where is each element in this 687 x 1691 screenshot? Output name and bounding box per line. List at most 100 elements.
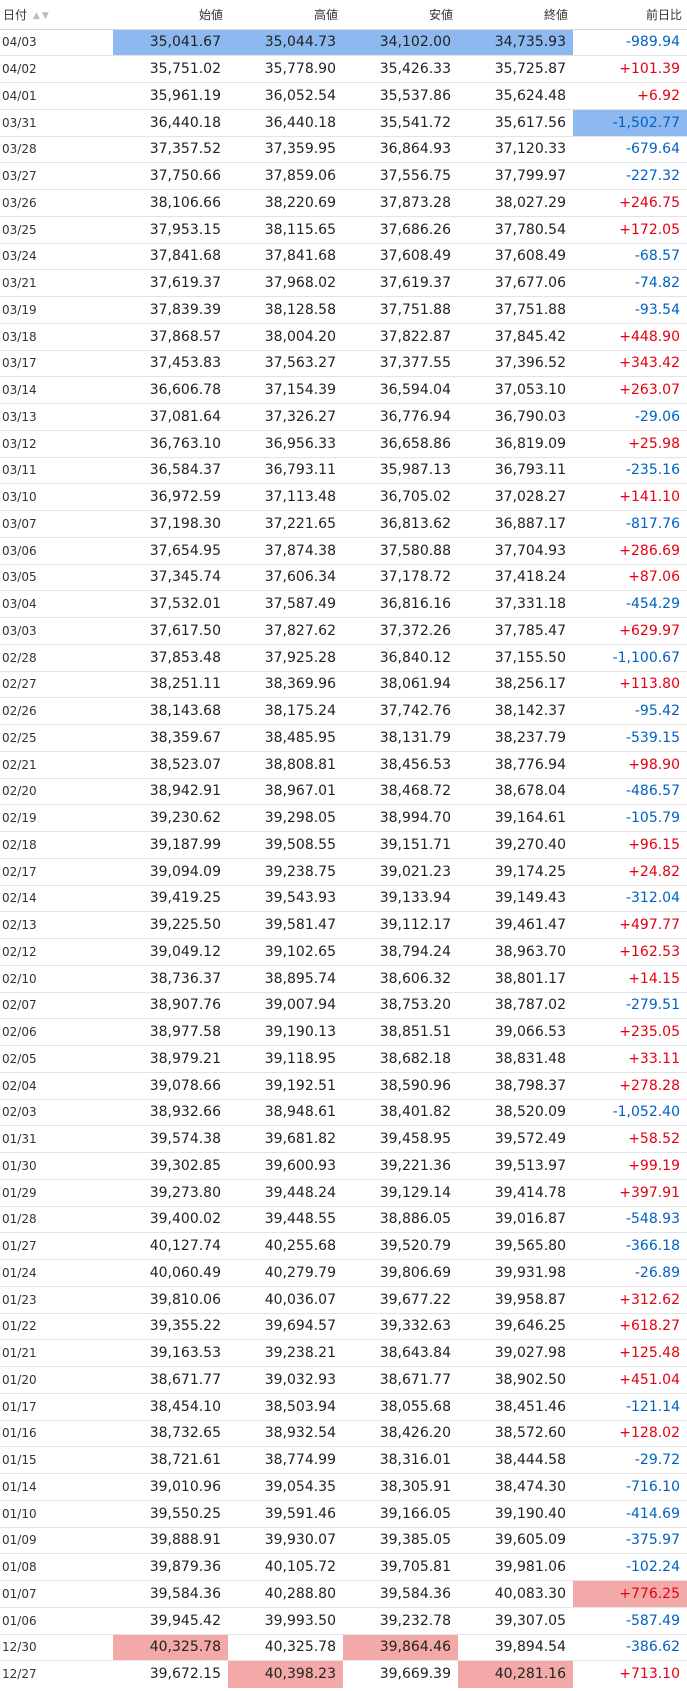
open-cell: 39,049.12	[113, 938, 228, 966]
close-cell: 38,963.70	[458, 938, 573, 966]
open-cell: 38,106.66	[113, 189, 228, 217]
low-cell: 39,166.05	[343, 1499, 458, 1527]
close-cell: 37,780.54	[458, 215, 573, 243]
date-cell: 01/17	[0, 1392, 113, 1420]
high-cell: 38,128.58	[228, 296, 343, 324]
date-cell: 12/30	[0, 1633, 113, 1661]
date-column-header[interactable]: 日付 ▲▼	[0, 0, 113, 30]
change-cell: +312.62	[573, 1285, 687, 1313]
table-row: 03/21 37,619.37 37,968.02 37,619.37 37,677.0…	[0, 269, 687, 297]
close-cell: 39,605.09	[458, 1526, 573, 1554]
low-cell: 38,794.24	[343, 938, 458, 966]
low-cell: 37,556.75	[343, 162, 458, 190]
open-cell: 37,750.66	[113, 162, 228, 190]
date-cell: 01/27	[0, 1232, 113, 1260]
table-row: 02/05 38,979.21 39,118.95 38,682.18 38,831.4…	[0, 1045, 687, 1073]
date-cell: 03/21	[0, 269, 113, 297]
high-cell: 38,932.54	[228, 1419, 343, 1447]
low-cell: 39,232.78	[343, 1606, 458, 1634]
open-cell: 38,736.37	[113, 964, 228, 992]
date-cell: 03/18	[0, 322, 113, 350]
table-row: 01/20 38,671.77 39,032.93 38,671.77 38,902.5…	[0, 1366, 687, 1394]
low-cell: 37,742.76	[343, 697, 458, 725]
close-cell: 38,027.29	[458, 189, 573, 217]
low-cell: 37,686.26	[343, 215, 458, 243]
close-cell: 39,414.78	[458, 1178, 573, 1206]
date-cell: 02/14	[0, 884, 113, 912]
date-cell: 03/12	[0, 429, 113, 457]
date-cell: 01/16	[0, 1419, 113, 1447]
table-row: 01/31 39,574.38 39,681.82 39,458.95 39,572.4…	[0, 1125, 687, 1153]
open-cell: 37,841.68	[113, 242, 228, 270]
change-cell: +125.48	[573, 1339, 687, 1367]
open-cell: 39,163.53	[113, 1339, 228, 1367]
open-cell: 37,198.30	[113, 510, 228, 538]
change-cell: -1,100.67	[573, 643, 687, 671]
high-column-header[interactable]: 高値	[228, 0, 343, 30]
change-cell: -587.49	[573, 1606, 687, 1634]
close-cell: 38,798.37	[458, 1071, 573, 1099]
open-cell: 39,888.91	[113, 1526, 228, 1554]
table-row: 03/26 38,106.66 38,220.69 37,873.28 38,027.2…	[0, 189, 687, 217]
date-cell: 01/31	[0, 1125, 113, 1153]
change-cell: -29.72	[573, 1446, 687, 1474]
open-cell: 39,810.06	[113, 1285, 228, 1313]
table-row: 01/17 38,454.10 38,503.94 38,055.68 38,451.4…	[0, 1392, 687, 1420]
date-cell: 02/05	[0, 1045, 113, 1073]
date-cell: 01/10	[0, 1499, 113, 1527]
table-row: 01/29 39,273.80 39,448.24 39,129.14 39,414.7…	[0, 1178, 687, 1206]
date-cell: 03/24	[0, 242, 113, 270]
low-cell: 39,221.36	[343, 1152, 458, 1180]
close-cell: 39,270.40	[458, 831, 573, 859]
low-column-header[interactable]: 安値	[343, 0, 458, 30]
low-cell: 37,873.28	[343, 189, 458, 217]
close-cell: 38,237.79	[458, 724, 573, 752]
date-cell: 02/17	[0, 857, 113, 885]
low-cell: 36,840.12	[343, 643, 458, 671]
high-cell: 39,448.24	[228, 1178, 343, 1206]
close-column-header[interactable]: 終値	[458, 0, 573, 30]
open-cell: 38,454.10	[113, 1392, 228, 1420]
table-row: 01/07 39,584.36 40,288.80 39,584.36 40,083.3…	[0, 1580, 687, 1608]
change-column-header[interactable]: 前日比	[573, 0, 687, 30]
open-column-header[interactable]: 始値	[113, 0, 228, 30]
date-cell: 01/22	[0, 1312, 113, 1340]
change-cell: +58.52	[573, 1125, 687, 1153]
low-cell: 39,584.36	[343, 1580, 458, 1608]
low-cell: 38,643.84	[343, 1339, 458, 1367]
date-cell: 02/12	[0, 938, 113, 966]
high-cell: 39,448.55	[228, 1205, 343, 1233]
change-cell: +25.98	[573, 429, 687, 457]
low-cell: 34,102.00	[343, 28, 458, 56]
date-cell: 02/18	[0, 831, 113, 859]
low-cell: 37,608.49	[343, 242, 458, 270]
low-cell: 38,606.32	[343, 964, 458, 992]
close-cell: 39,894.54	[458, 1633, 573, 1661]
change-cell: +128.02	[573, 1419, 687, 1447]
date-cell: 01/21	[0, 1339, 113, 1367]
close-cell: 37,751.88	[458, 296, 573, 324]
low-cell: 37,619.37	[343, 269, 458, 297]
table-row: 01/09 39,888.91 39,930.07 39,385.05 39,605.0…	[0, 1526, 687, 1554]
change-cell: -29.06	[573, 403, 687, 431]
date-cell: 01/23	[0, 1285, 113, 1313]
low-cell: 38,886.05	[343, 1205, 458, 1233]
open-cell: 39,302.85	[113, 1152, 228, 1180]
high-cell: 37,154.39	[228, 376, 343, 404]
table-row: 03/19 37,839.39 38,128.58 37,751.88 37,751.8…	[0, 296, 687, 324]
low-cell: 35,426.33	[343, 55, 458, 83]
high-cell: 40,255.68	[228, 1232, 343, 1260]
sort-arrows-icon[interactable]: ▲▼	[33, 11, 51, 21]
table-row: 02/13 39,225.50 39,581.47 39,112.17 39,461.4…	[0, 911, 687, 939]
change-cell: -102.24	[573, 1553, 687, 1581]
change-cell: -1,052.40	[573, 1098, 687, 1126]
open-cell: 39,078.66	[113, 1071, 228, 1099]
change-cell: +713.10	[573, 1660, 687, 1688]
change-cell: +286.69	[573, 536, 687, 564]
low-cell: 38,682.18	[343, 1045, 458, 1073]
table-row: 03/28 37,357.52 37,359.95 36,864.93 37,120.3…	[0, 135, 687, 163]
change-cell: -74.82	[573, 269, 687, 297]
low-cell: 39,332.63	[343, 1312, 458, 1340]
table-row: 02/06 38,977.58 39,190.13 38,851.51 39,066.5…	[0, 1018, 687, 1046]
date-cell: 02/10	[0, 964, 113, 992]
